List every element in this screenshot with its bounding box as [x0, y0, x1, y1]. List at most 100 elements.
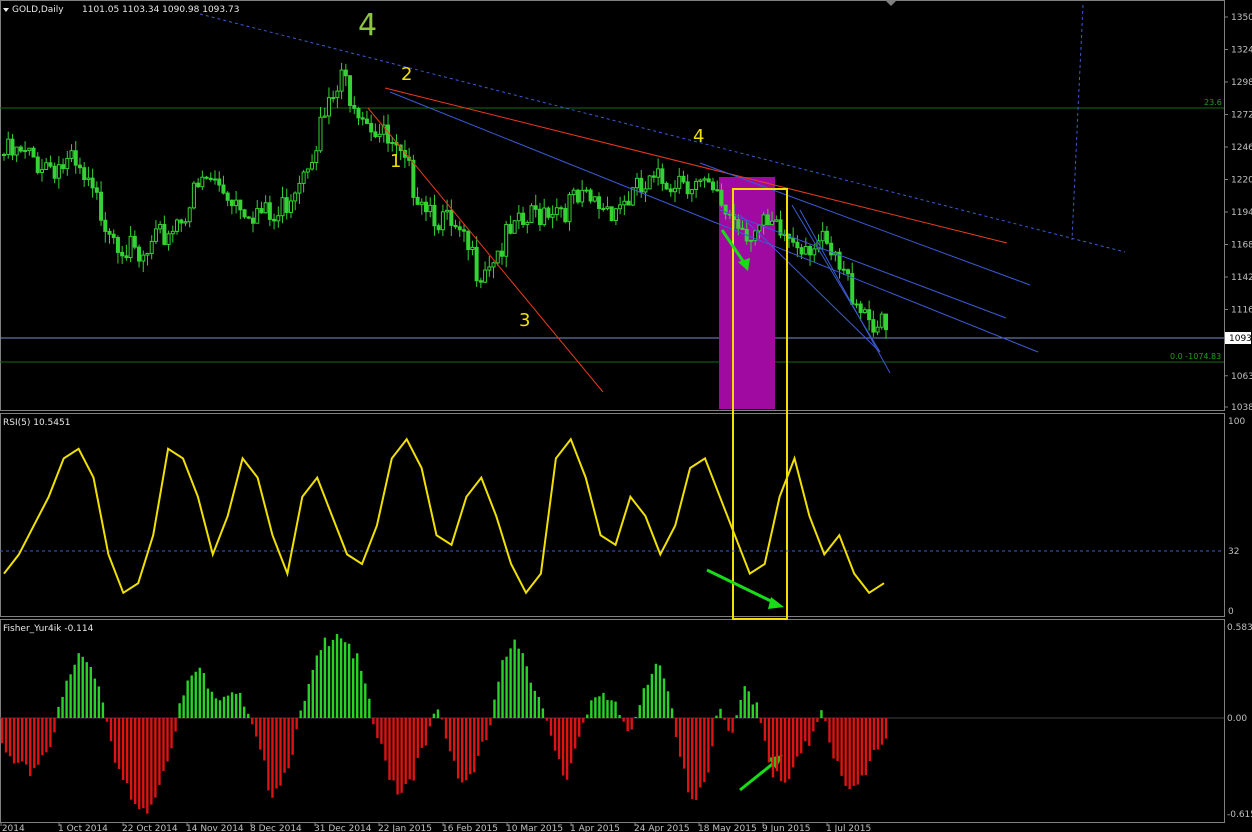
candle-body — [183, 221, 188, 224]
candle-body — [61, 164, 66, 170]
fisher-bar — [578, 718, 581, 737]
fisher-bar — [804, 718, 807, 742]
fisher-bar — [517, 648, 520, 718]
candle-body — [457, 226, 462, 231]
rsi-tick-100: 100 — [1228, 417, 1245, 427]
fisher-bar — [602, 692, 605, 718]
fib-236-label: 23.6 — [1204, 98, 1222, 107]
fisher-bar — [170, 718, 173, 749]
fisher-bar — [860, 718, 863, 776]
candle-body — [390, 141, 395, 144]
fisher-bar — [812, 718, 815, 732]
candle-body — [588, 189, 593, 202]
fisher-bar — [868, 718, 872, 762]
date-tick-label: 24 Apr 2015 — [634, 824, 690, 832]
date-tick-label: 31 Dec 2014 — [314, 824, 372, 832]
candle-body — [86, 177, 91, 181]
candle-body — [841, 268, 846, 271]
candle-body — [829, 242, 834, 256]
fisher-bar — [844, 718, 847, 786]
fisher-bar — [263, 718, 266, 761]
rsi-panel — [0, 413, 1225, 617]
fisher-bar — [505, 656, 508, 718]
candle-body — [56, 164, 61, 179]
fisher-bar — [376, 718, 379, 739]
fisher-bar — [154, 718, 157, 798]
candle-body — [685, 181, 690, 195]
price-tick-label: 1246 — [1231, 143, 1252, 153]
fisher-bar — [561, 718, 565, 776]
candle-body — [111, 233, 116, 239]
candle-body — [238, 199, 243, 211]
fisher-bar — [392, 718, 395, 781]
candle-body — [305, 168, 310, 173]
candle-body — [280, 197, 285, 217]
fisher-bar — [699, 718, 702, 788]
fisher-bar — [553, 718, 557, 751]
candle-body — [516, 212, 521, 222]
fisher-bar — [610, 700, 613, 718]
fisher-bar — [747, 691, 750, 718]
candle-body — [791, 237, 796, 243]
fisher-bar — [755, 702, 759, 718]
fisher-bar — [864, 718, 868, 776]
fisher-bar — [469, 718, 472, 775]
candle-body — [314, 150, 319, 164]
candle-body — [284, 197, 289, 213]
fisher-bar — [351, 658, 355, 718]
candle-body — [824, 230, 829, 244]
fisher-bar — [828, 718, 831, 743]
fisher-bar — [545, 718, 549, 721]
fisher-bar — [364, 683, 367, 718]
fisher-bar — [630, 718, 633, 730]
fisher-bar — [242, 706, 246, 718]
fisher-bar — [473, 718, 476, 773]
candle-body — [706, 178, 711, 183]
candle-body — [799, 247, 804, 255]
candle-body — [461, 229, 466, 232]
wave-label-3: 3 — [519, 310, 530, 331]
fisher-bar — [259, 718, 262, 750]
candle-body — [664, 182, 669, 190]
fisher-bar — [384, 718, 387, 761]
candle-body — [246, 216, 251, 219]
candle-body — [35, 156, 40, 173]
fisher-bar — [194, 671, 197, 718]
fisher-bar — [711, 718, 714, 747]
wave-label-2: 2 — [401, 64, 412, 85]
fisher-bar — [884, 718, 888, 739]
fisher-bar — [396, 718, 399, 795]
fisher-bar — [691, 718, 694, 800]
candle-body — [191, 182, 196, 209]
price-tick-label: 1194 — [1231, 208, 1252, 218]
fisher-bar — [45, 718, 48, 753]
fisher-bar — [682, 718, 686, 769]
fisher-bar — [678, 718, 682, 757]
candle-body — [478, 280, 483, 283]
fisher-bar — [521, 653, 524, 718]
fisher-bar — [218, 700, 222, 718]
fisher-bar — [771, 718, 775, 778]
candle-body — [567, 194, 572, 223]
fisher-bar — [533, 690, 537, 718]
fisher-bar — [800, 718, 803, 754]
fisher-bar — [323, 637, 327, 718]
candle-body — [419, 201, 424, 205]
candle-body — [453, 224, 458, 228]
date-tick-label: 10 Mar 2015 — [506, 824, 563, 832]
candle-body — [575, 189, 580, 203]
candle-body — [867, 309, 872, 321]
fisher-bar — [501, 660, 504, 718]
price-tick-label: 1116 — [1231, 306, 1252, 316]
candle-body — [137, 246, 142, 262]
fisher-bar — [727, 718, 730, 731]
candle-body — [597, 196, 602, 209]
candle-body — [537, 208, 542, 226]
fisher-bar — [836, 718, 839, 762]
candle-body — [242, 209, 247, 218]
fisher-bar — [368, 698, 371, 718]
fisher-bar — [255, 718, 258, 737]
candle-body — [170, 230, 175, 235]
fisher-bar — [404, 718, 407, 785]
candle-body — [73, 150, 78, 166]
